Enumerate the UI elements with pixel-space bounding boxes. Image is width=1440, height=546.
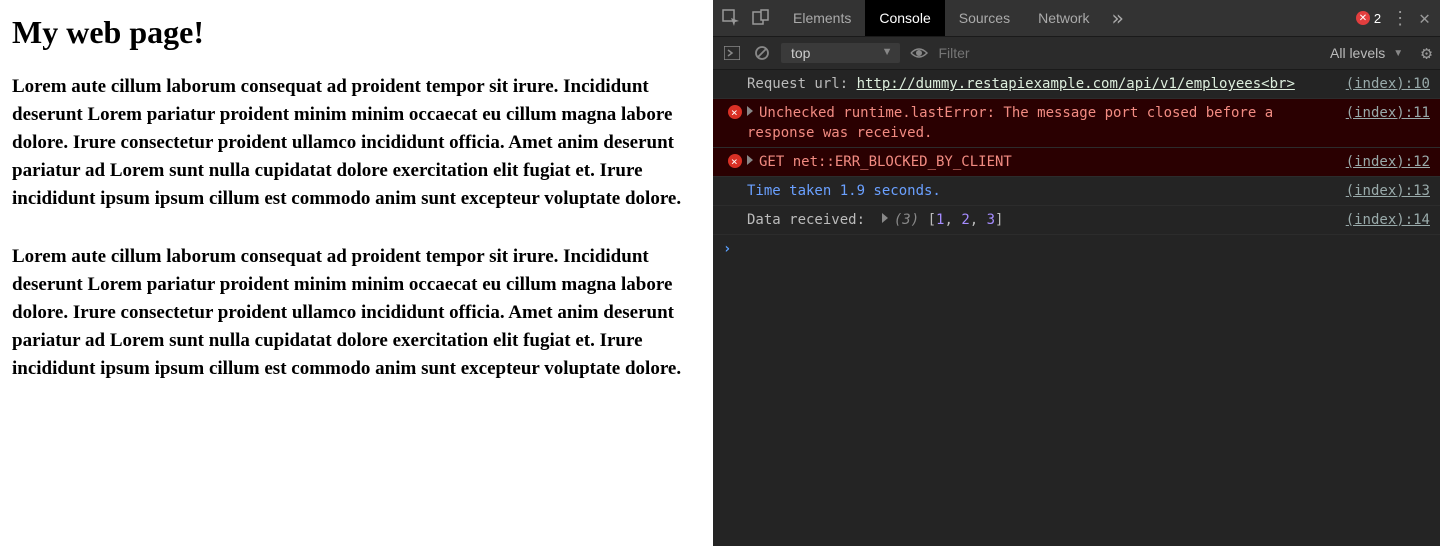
log-label: Data received:: [747, 212, 882, 228]
more-tabs-icon[interactable]: »: [1111, 0, 1123, 36]
row-gutter: [723, 152, 747, 168]
log-levels-select[interactable]: All levels: [1330, 45, 1403, 61]
expand-triangle-icon[interactable]: [747, 155, 753, 165]
console-output: Request url: http://dummy.restapiexample…: [713, 70, 1440, 546]
execution-context-select[interactable]: top: [781, 43, 900, 63]
live-expression-icon[interactable]: [908, 42, 930, 64]
console-row-error[interactable]: GET net::ERR_BLOCKED_BY_CLIENT (index):1…: [713, 148, 1440, 177]
row-gutter: [723, 103, 747, 119]
page-title: My web page!: [12, 14, 701, 51]
rendered-webpage: My web page! Lorem aute cillum laborum c…: [0, 0, 713, 546]
error-count-badge[interactable]: ✕ 2: [1356, 11, 1381, 26]
expand-triangle-icon[interactable]: [747, 106, 753, 116]
error-message: GET net::ERR_BLOCKED_BY_CLIENT: [747, 152, 1334, 172]
request-url-link[interactable]: http://dummy.restapiexample.com/api/v1/e…: [857, 76, 1295, 92]
source-link[interactable]: (index):11: [1346, 103, 1430, 123]
array-value: 2: [961, 212, 969, 228]
tab-sources[interactable]: Sources: [945, 0, 1024, 36]
console-row-error[interactable]: Unchecked runtime.lastError: The message…: [713, 99, 1440, 148]
row-gutter: [723, 210, 747, 212]
bracket: ]: [995, 212, 1003, 228]
tab-elements[interactable]: Elements: [779, 0, 865, 36]
kebab-menu-icon[interactable]: ⋮: [1391, 8, 1409, 29]
error-dot-icon: [728, 105, 742, 119]
console-filter-input[interactable]: [938, 45, 1058, 61]
devtools-panel: Elements Console Sources Network » ✕ 2 ⋮…: [713, 0, 1440, 546]
toggle-console-sidebar-icon[interactable]: [721, 42, 743, 64]
body-paragraph: Lorem aute cillum laborum consequat ad p…: [12, 73, 701, 213]
console-settings-icon[interactable]: ⚙: [1421, 43, 1432, 64]
console-row-log[interactable]: Time taken 1.9 seconds. (index):13: [713, 177, 1440, 206]
console-row-log[interactable]: Data received: (3) [1, 2, 3] (index):14: [713, 206, 1440, 235]
log-message: Time taken 1.9 seconds.: [747, 181, 1334, 201]
error-count: 2: [1374, 11, 1381, 26]
row-gutter: [723, 74, 747, 76]
tab-console[interactable]: Console: [865, 0, 944, 36]
log-label: Request url:: [747, 76, 857, 92]
comma: ,: [944, 212, 961, 228]
log-message: Data received: (3) [1, 2, 3]: [747, 210, 1334, 230]
array-length: (3): [894, 212, 919, 228]
source-link[interactable]: (index):12: [1346, 152, 1430, 172]
log-message: Request url: http://dummy.restapiexample…: [747, 74, 1334, 94]
error-dot-icon: ✕: [1356, 11, 1370, 25]
clear-console-icon[interactable]: [751, 42, 773, 64]
array-value: 3: [987, 212, 995, 228]
devtools-tabstrip: Elements Console Sources Network » ✕ 2 ⋮…: [713, 0, 1440, 36]
error-message: Unchecked runtime.lastError: The message…: [747, 103, 1334, 143]
tab-network[interactable]: Network: [1024, 0, 1103, 36]
console-toolbar: top All levels ⚙: [713, 36, 1440, 70]
console-row-log[interactable]: Request url: http://dummy.restapiexample…: [713, 70, 1440, 99]
error-dot-icon: [728, 154, 742, 168]
body-paragraph: Lorem aute cillum laborum consequat ad p…: [12, 243, 701, 383]
close-devtools-icon[interactable]: ✕: [1419, 8, 1430, 29]
source-link[interactable]: (index):14: [1346, 210, 1430, 230]
bracket: [: [919, 212, 936, 228]
console-prompt[interactable]: [713, 235, 1440, 263]
source-link[interactable]: (index):13: [1346, 181, 1430, 201]
execution-context-label: top: [791, 45, 810, 61]
error-text: Unchecked runtime.lastError: The message…: [747, 105, 1282, 141]
error-text: GET net::ERR_BLOCKED_BY_CLIENT: [759, 154, 1012, 170]
inspect-element-icon[interactable]: [719, 6, 743, 30]
comma: ,: [970, 212, 987, 228]
expand-triangle-icon[interactable]: [882, 213, 888, 223]
row-gutter: [723, 181, 747, 183]
source-link[interactable]: (index):10: [1346, 74, 1430, 94]
toggle-device-icon[interactable]: [749, 6, 773, 30]
log-levels-label: All levels: [1330, 45, 1385, 61]
